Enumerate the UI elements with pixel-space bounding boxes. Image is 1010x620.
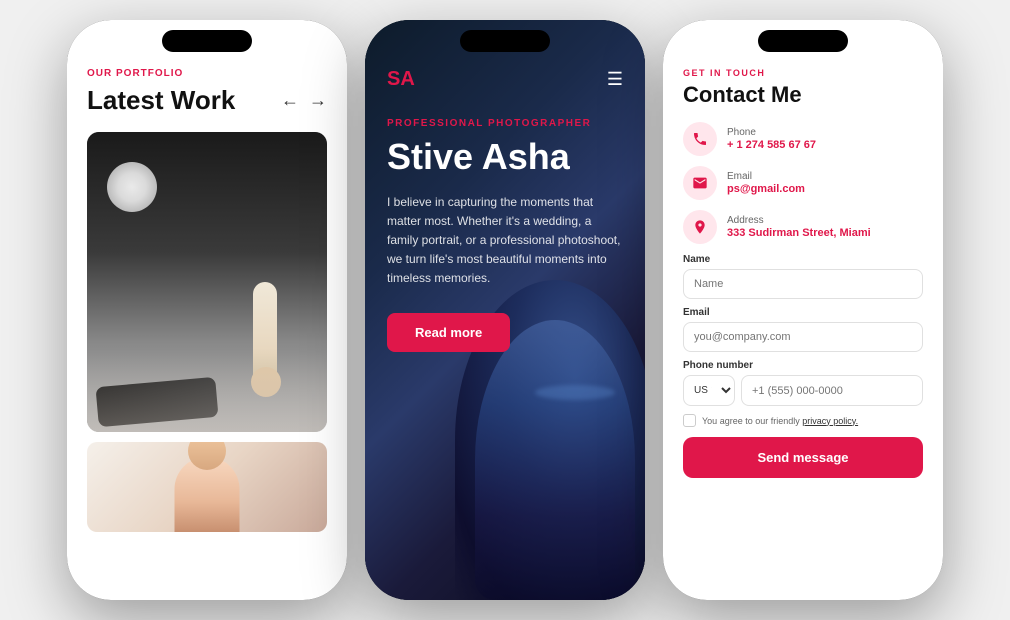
phone2-inner-content: PROFESSIONAL PHOTOGRAPHER Stive Asha I b… bbox=[387, 68, 623, 352]
notch-3 bbox=[758, 30, 848, 52]
phone-number-input[interactable] bbox=[741, 375, 923, 406]
contact-title: Contact Me bbox=[683, 82, 923, 108]
notch-2 bbox=[460, 30, 550, 52]
address-label: Address bbox=[727, 215, 871, 226]
phone-value: + 1 274 585 67 67 bbox=[727, 139, 816, 151]
photographer-tag: PROFESSIONAL PHOTOGRAPHER bbox=[387, 118, 623, 129]
portfolio-thumb-image bbox=[87, 442, 327, 532]
email-icon bbox=[692, 175, 708, 191]
name-input[interactable] bbox=[683, 269, 923, 299]
portfolio-label: OUR PORTFOLIO bbox=[87, 68, 327, 79]
phone-portfolio: OUR PORTFOLIO Latest Work ← → bbox=[67, 20, 347, 600]
scene: OUR PORTFOLIO Latest Work ← → bbox=[47, 0, 963, 620]
contact-item-email: Email ps@gmail.com bbox=[683, 166, 923, 200]
next-arrow[interactable]: → bbox=[309, 90, 327, 111]
phone3-content: GET IN TOUCH Contact Me Phone + 1 274 58… bbox=[663, 20, 943, 600]
email-input[interactable] bbox=[683, 322, 923, 352]
address-contact-info: Address 333 Sudirman Street, Miami bbox=[727, 215, 871, 239]
nav-arrows: ← → bbox=[281, 90, 327, 111]
contact-form: Name Email Phone number US ∨ bbox=[683, 254, 923, 478]
contact-item-phone: Phone + 1 274 585 67 67 bbox=[683, 122, 923, 156]
privacy-link[interactable]: privacy policy. bbox=[802, 416, 858, 426]
location-icon bbox=[692, 219, 708, 235]
address-icon-wrap bbox=[683, 210, 717, 244]
name-label: Name bbox=[683, 254, 923, 265]
latest-work-title: Latest Work bbox=[87, 85, 235, 116]
phone-icon-wrap bbox=[683, 122, 717, 156]
email-contact-info: Email ps@gmail.com bbox=[727, 171, 805, 195]
privacy-row: You agree to our friendly privacy policy… bbox=[683, 414, 923, 427]
email-icon-wrap bbox=[683, 166, 717, 200]
privacy-text: You agree to our friendly privacy policy… bbox=[702, 416, 858, 426]
sa-logo: SA bbox=[387, 68, 415, 91]
prev-arrow[interactable]: ← bbox=[281, 90, 299, 111]
studio-scene bbox=[87, 132, 327, 432]
notch-1 bbox=[162, 30, 252, 52]
latest-work-row: Latest Work ← → bbox=[87, 85, 327, 116]
send-message-button[interactable]: Send message bbox=[683, 437, 923, 478]
floor bbox=[87, 352, 327, 432]
phone-photographer: SA ☰ PROFESSIONAL PHOTOGRAPHER Stive Ash… bbox=[365, 20, 645, 600]
phone2-content: PROFESSIONAL PHOTOGRAPHER Stive Asha I b… bbox=[365, 20, 645, 600]
email-label: Email bbox=[727, 171, 805, 182]
privacy-checkbox[interactable] bbox=[683, 414, 696, 427]
photographer-desc: I believe in capturing the moments that … bbox=[387, 193, 623, 289]
photographer-name: Stive Asha bbox=[387, 137, 623, 177]
phone-input-row: US ∨ bbox=[683, 375, 923, 406]
phone1-content: OUR PORTFOLIO Latest Work ← → bbox=[67, 20, 347, 600]
phone-contact-info: Phone + 1 274 585 67 67 bbox=[727, 127, 816, 151]
country-select[interactable]: US ∨ bbox=[683, 375, 735, 406]
light-source bbox=[107, 162, 157, 212]
hamburger-icon[interactable]: ☰ bbox=[607, 69, 623, 90]
contact-item-address: Address 333 Sudirman Street, Miami bbox=[683, 210, 923, 244]
phone-number-label: Phone number bbox=[683, 360, 923, 371]
read-more-button[interactable]: Read more bbox=[387, 313, 510, 352]
phone-contact: GET IN TOUCH Contact Me Phone + 1 274 58… bbox=[663, 20, 943, 600]
address-value: 333 Sudirman Street, Miami bbox=[727, 227, 871, 239]
phone-icon bbox=[692, 131, 708, 147]
phone2-header: SA ☰ bbox=[365, 68, 645, 91]
email-field-label: Email bbox=[683, 307, 923, 318]
portfolio-main-image bbox=[87, 132, 327, 432]
email-value: ps@gmail.com bbox=[727, 183, 805, 195]
get-in-touch-label: GET IN TOUCH bbox=[683, 68, 923, 78]
phone-label: Phone bbox=[727, 127, 816, 138]
